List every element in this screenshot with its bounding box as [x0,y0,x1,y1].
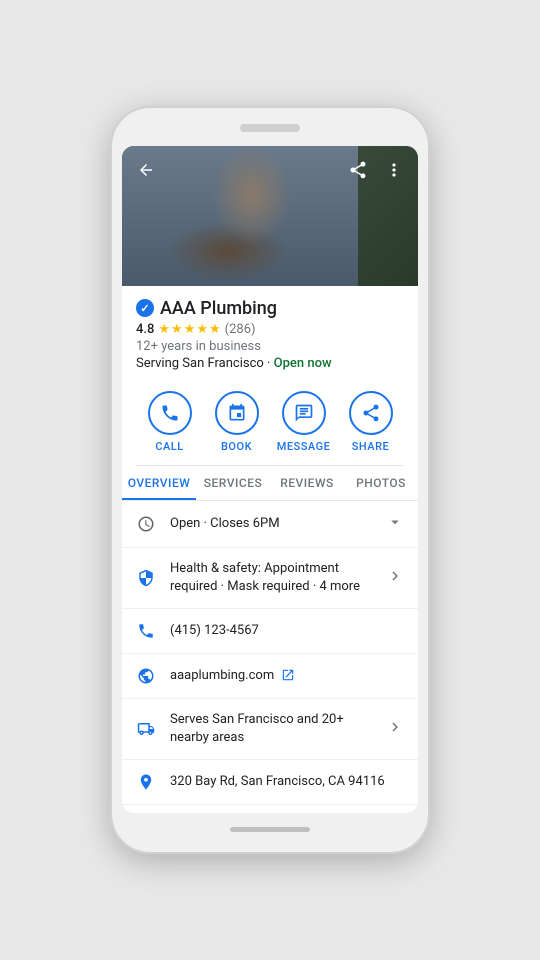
share-button-circle [349,391,393,435]
star-3: ★ [184,322,196,337]
star-2: ★ [171,322,183,337]
external-link-icon [281,668,295,682]
hero-image [122,146,418,286]
hero-actions [344,156,408,184]
verified-icon [136,299,154,317]
book-button[interactable]: BOOK [207,391,267,453]
share-label: SHARE [352,440,390,453]
action-buttons-row: CALL BOOK MESSAG [136,383,404,466]
phone-row[interactable]: (415) 123-4567 [122,609,418,654]
phone-row-icon [136,621,156,641]
clock-icon [136,514,156,534]
phone-icon [160,403,180,423]
tab-services[interactable]: SERVICES [196,466,270,500]
website-row[interactable]: aaaplumbing.com [122,654,418,699]
share-icon-hero [348,160,368,180]
back-icon [137,161,155,179]
status-row: Serving San Francisco · Open now [136,356,404,371]
review-count: (286) [225,322,256,337]
calendar-icon [227,403,247,423]
back-button[interactable] [132,156,160,184]
address-text: 320 Bay Rd, San Francisco, CA 94116 [170,773,404,791]
share-button[interactable]: SHARE [341,391,401,453]
service-area-text: Serves San Francisco and 20+ nearby area… [170,711,372,747]
location-text: Serving San Francisco [136,356,264,371]
address-row[interactable]: 320 Bay Rd, San Francisco, CA 94116 [122,760,418,805]
star-5: ★ [209,322,221,337]
tab-reviews[interactable]: REVIEWS [270,466,344,500]
stars: ★ ★ ★ ★ ★ [158,322,220,337]
tab-photos[interactable]: PHOTOS [344,466,418,500]
hours-chevron-down [386,513,404,535]
home-bar [230,827,310,832]
business-content: AAA Plumbing 4.8 ★ ★ ★ ★ ★ (286) 12+ yea… [122,286,418,466]
star-1: ★ [158,322,170,337]
message-button[interactable]: MESSAGE [274,391,334,453]
call-button-circle [148,391,192,435]
shield-icon [136,568,156,588]
business-name: AAA Plumbing [160,298,277,319]
globe-icon [136,666,156,686]
share-icon [361,403,381,423]
more-options-button[interactable] [380,156,408,184]
call-button[interactable]: CALL [140,391,200,453]
info-list: Open · Closes 6PM Health & safety: Appoi… [122,501,418,814]
health-chevron [386,567,404,589]
rating-number: 4.8 [136,322,154,337]
years-in-business: 12+ years in business [136,339,404,354]
hours-row[interactable]: Open · Closes 6PM [122,501,418,548]
share-button-hero[interactable] [344,156,372,184]
separator: · [267,356,274,371]
service-area-chevron [386,718,404,740]
message-icon [294,403,314,423]
star-4: ★ [196,322,208,337]
tab-overview[interactable]: OVERVIEW [122,466,196,500]
rating-row: 4.8 ★ ★ ★ ★ ★ (286) [136,322,404,337]
truck-icon [136,719,156,739]
book-button-circle [215,391,259,435]
health-text: Health & safety: Appointment required · … [170,560,372,596]
pin-icon [136,772,156,792]
hours-text: Open · Closes 6PM [170,515,372,533]
phone-shell: AAA Plumbing 4.8 ★ ★ ★ ★ ★ (286) 12+ yea… [110,106,430,855]
message-label: MESSAGE [277,440,331,453]
more-icon [384,160,404,180]
call-label: CALL [155,440,183,453]
phone-screen: AAA Plumbing 4.8 ★ ★ ★ ★ ★ (286) 12+ yea… [122,146,418,814]
tabs-row: OVERVIEW SERVICES REVIEWS PHOTOS [122,466,418,501]
website-text: aaaplumbing.com [170,667,404,685]
open-status: Open now [274,356,332,371]
service-area-row[interactable]: Serves San Francisco and 20+ nearby area… [122,699,418,760]
health-row[interactable]: Health & safety: Appointment required · … [122,548,418,609]
phone-text: (415) 123-4567 [170,622,404,640]
message-button-circle [282,391,326,435]
business-title-row: AAA Plumbing [136,298,404,319]
book-label: BOOK [221,440,252,453]
phone-speaker [240,124,300,132]
